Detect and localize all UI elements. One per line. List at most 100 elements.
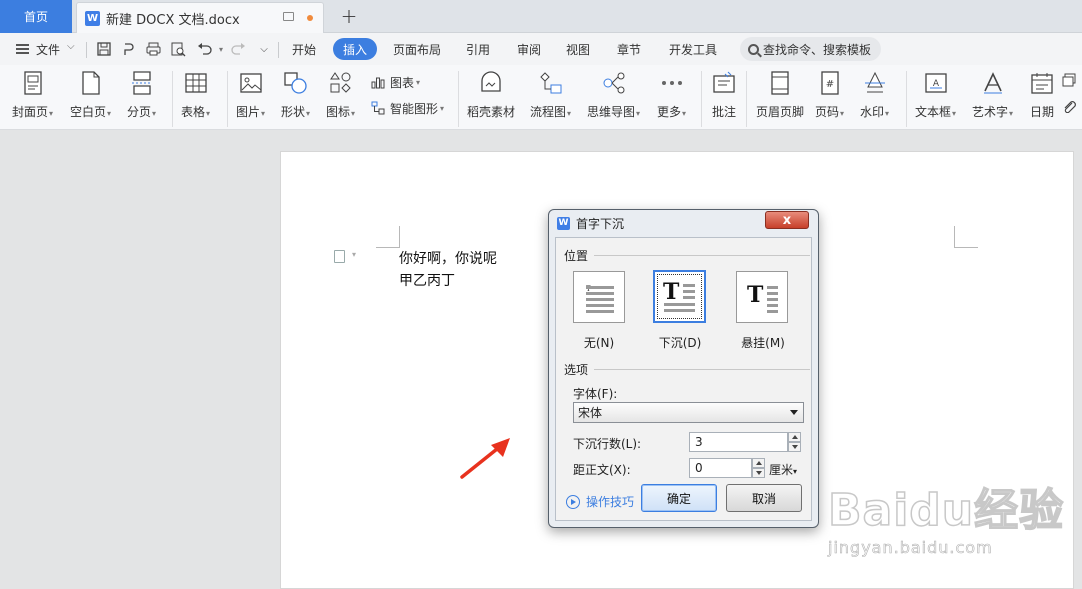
tips-link[interactable]: 操作技巧 — [566, 493, 634, 510]
table-button[interactable]: 表格▾ — [181, 69, 210, 125]
drop-lines-input[interactable]: 3 — [689, 432, 788, 452]
save-icon[interactable] — [96, 41, 112, 57]
spin-up-icon[interactable] — [752, 458, 765, 468]
undo-dropdown-icon[interactable]: ▾ — [213, 41, 229, 57]
caret-down-icon: ▾ — [952, 109, 957, 118]
docer-material-button[interactable]: 稻壳素材 — [467, 69, 515, 125]
ok-button[interactable]: 确定 — [641, 484, 717, 512]
search-icon — [748, 43, 759, 55]
caret-down-icon[interactable]: ▾ — [352, 250, 356, 259]
menu-references[interactable]: 引用 — [466, 41, 490, 58]
document-text-line[interactable]: 甲乙丙丁 — [399, 270, 455, 290]
caret-down-icon: ▾ — [840, 109, 845, 118]
customize-toolbar-icon[interactable]: ⌵ — [256, 41, 272, 57]
baidu-jingyan-watermark: Baidu经验 jingyan.baidu.com — [827, 470, 1078, 570]
position-hanging-option[interactable]: T — [736, 271, 788, 323]
undo-icon[interactable] — [196, 41, 212, 57]
comment-button[interactable]: 批注 — [711, 69, 737, 125]
font-select-value: 宋体 — [578, 406, 603, 420]
textbox-button[interactable]: A 文本框▾ — [915, 69, 956, 125]
blank-page-button[interactable]: 空白页▾ — [70, 69, 111, 125]
icons-label: 图标 — [326, 105, 351, 119]
blank-page-icon — [78, 69, 104, 97]
flowchart-button[interactable]: 流程图▾ — [530, 69, 571, 125]
drop-cap-hanging-icon: T — [747, 282, 778, 313]
drop-lines-stepper[interactable] — [788, 432, 801, 452]
command-search[interactable]: 查找命令、搜索模板 — [740, 37, 881, 61]
menu-review[interactable]: 审阅 — [517, 41, 541, 58]
watermark-button[interactable]: 水印▾ — [860, 69, 889, 125]
menu-page-layout[interactable]: 页面布局 — [393, 41, 441, 58]
document-text-line[interactable]: 你好啊，你说呢 — [399, 248, 497, 268]
hamburger-icon[interactable] — [16, 44, 29, 54]
attachment-icon[interactable] — [1062, 99, 1076, 114]
screen-icon[interactable] — [283, 12, 294, 21]
smartart-button[interactable]: 智能图形 ▾ — [371, 98, 444, 118]
mindmap-button[interactable]: 思维导图▾ — [587, 69, 640, 125]
menu-start[interactable]: 开始 — [292, 41, 316, 58]
distance-stepper[interactable] — [752, 458, 765, 478]
tab-home[interactable]: 首页 — [0, 0, 72, 33]
svg-text:T: T — [747, 282, 764, 308]
position-dropped-option[interactable]: T — [653, 270, 706, 323]
smartart-icon — [371, 101, 385, 115]
docer-material-label: 稻壳素材 — [467, 105, 516, 119]
menu-view[interactable]: 视图 — [566, 41, 590, 58]
position-dropped-label[interactable]: 下沉(D) — [650, 334, 710, 351]
print-icon[interactable] — [145, 41, 161, 57]
date-button[interactable]: 日期 — [1029, 69, 1055, 125]
paragraph-handle-icon[interactable] — [334, 250, 345, 263]
dialog-title: 首字下沉 — [576, 216, 625, 231]
drop-cap-none-icon: T — [586, 285, 614, 313]
dropdown-arrow-icon — [790, 410, 798, 415]
more-button[interactable]: 更多▾ — [657, 69, 686, 125]
spin-up-icon[interactable] — [788, 432, 801, 442]
distance-label: 距正文(X): — [573, 463, 631, 477]
position-hanging-label[interactable]: 悬挂(M) — [733, 334, 793, 351]
caret-down-icon: ▾ — [261, 109, 266, 118]
menu-section[interactable]: 章节 — [617, 41, 641, 58]
textbox-icon: A — [923, 69, 949, 97]
spin-down-icon[interactable] — [788, 442, 801, 452]
chart-button[interactable]: 图表 ▾ — [371, 72, 420, 92]
file-menu[interactable]: 文件 — [36, 41, 60, 58]
caret-down-icon: ▾ — [1009, 109, 1014, 118]
menu-insert[interactable]: 插入 — [333, 38, 377, 60]
tips-label: 操作技巧 — [586, 495, 635, 509]
shape-button[interactable]: 形状▾ — [281, 69, 310, 125]
cancel-label: 取消 — [751, 491, 776, 506]
page-break-button[interactable]: 分页▾ — [127, 69, 156, 125]
drop-lines-value: 3 — [695, 435, 703, 449]
position-none-option[interactable]: T — [573, 271, 625, 323]
close-button[interactable]: x — [765, 211, 809, 229]
chevron-down-icon[interactable]: ⌵ — [67, 41, 75, 52]
wordart-button[interactable]: 艺术字▾ — [972, 69, 1013, 125]
picture-label: 图片 — [236, 105, 261, 119]
picture-button[interactable]: 图片▾ — [236, 69, 265, 125]
redo-icon[interactable] — [230, 41, 246, 57]
chart-icon — [371, 77, 385, 89]
page-number-button[interactable]: # 页码▾ — [815, 69, 844, 125]
flowchart-label: 流程图 — [530, 105, 567, 119]
icons-button[interactable]: 图标▾ — [326, 69, 355, 125]
tab-document[interactable]: W 新建 DOCX 文档.docx — [76, 2, 324, 33]
cover-page-button[interactable]: 封面页▾ — [12, 69, 53, 125]
distance-unit-select[interactable]: 厘米▾ — [769, 461, 797, 478]
font-select[interactable]: 宋体 — [573, 402, 804, 423]
textbox-label: 文本框 — [915, 105, 952, 119]
position-none-label[interactable]: 无(N) — [569, 334, 629, 351]
new-tab-button[interactable]: + — [338, 4, 360, 28]
divider — [594, 369, 810, 370]
distance-input[interactable]: 0 — [689, 458, 752, 478]
date-icon — [1029, 69, 1055, 97]
wordart-icon — [980, 69, 1006, 97]
spin-down-icon[interactable] — [752, 468, 765, 478]
object-icon[interactable] — [1062, 73, 1076, 87]
menu-developer[interactable]: 开发工具 — [669, 41, 717, 58]
print-preview-icon[interactable] — [170, 41, 186, 57]
header-footer-button[interactable]: 页眉页脚 — [756, 69, 804, 125]
cancel-button[interactable]: 取消 — [726, 484, 802, 512]
ribbon: 封面页▾ 空白页▾ 分页▾ 表格▾ 图片▾ 形状▾ 图标▾ 图表 ▾ 智能图形 ▾ … — [0, 65, 1082, 130]
unsaved-dot-icon[interactable] — [307, 15, 313, 21]
export-icon[interactable] — [121, 41, 137, 57]
